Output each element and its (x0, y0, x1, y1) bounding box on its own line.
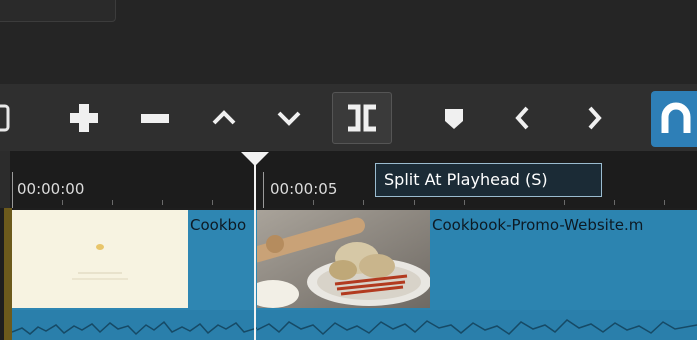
track-header-edge (4, 208, 12, 340)
food-photo-image (257, 210, 430, 308)
ruler-minor-tick (313, 200, 314, 205)
chevron-right-icon (588, 106, 602, 130)
ruler-left-edge (0, 151, 10, 208)
ruler-minor-tick (62, 200, 63, 205)
ruler-minor-tick (363, 200, 364, 205)
split-at-playhead-button[interactable] (332, 92, 392, 144)
ruler-minor-tick (414, 200, 415, 205)
ruler-minor-tick (464, 200, 465, 205)
next-marker-button[interactable] (571, 93, 617, 143)
ruler-minor-tick (212, 200, 213, 205)
clip-title: Cookbook-Promo-Website.m (432, 216, 644, 234)
ruler-time-label: 00:00:05 (270, 180, 338, 198)
split-tooltip: Split At Playhead (S) (375, 163, 602, 197)
chevron-up-icon (212, 110, 236, 125)
previous-marker-button[interactable] (500, 93, 546, 143)
move-up-button[interactable] (201, 93, 247, 143)
audio-waveform (12, 310, 257, 340)
split-icon (348, 104, 376, 132)
top-panel (0, 0, 697, 84)
marker-icon (445, 109, 463, 129)
playhead-line[interactable] (254, 162, 256, 340)
top-panel-widget[interactable] (0, 0, 116, 22)
add-track-button[interactable] (60, 93, 108, 143)
clip-item[interactable]: Cookbook-Promo-Website.m (257, 210, 697, 340)
magnet-icon (661, 102, 691, 133)
chevron-down-icon (277, 111, 301, 126)
ruler-minor-tick (664, 200, 665, 205)
ruler-minor-tick (564, 200, 565, 205)
move-down-button[interactable] (266, 93, 312, 143)
ruler-time-label: 00:00:00 (17, 180, 85, 198)
add-marker-button[interactable] (431, 93, 477, 143)
audio-waveform (257, 310, 697, 340)
ruler-minor-tick (614, 200, 615, 205)
toolbar-partial-button[interactable] (0, 93, 14, 143)
clip-item[interactable]: Cookbo (12, 210, 257, 340)
remove-track-button[interactable] (131, 93, 179, 143)
clip-title: Cookbo (190, 216, 247, 234)
ruler-minor-tick (112, 200, 113, 205)
clip-thumbnail (257, 210, 430, 308)
title-card-image (12, 210, 188, 308)
chevron-left-icon (515, 106, 529, 130)
ruler-major-tick (263, 172, 264, 208)
ruler-major-tick (12, 172, 13, 208)
playhead-handle[interactable] (241, 152, 269, 166)
snap-toggle-button[interactable] (651, 91, 697, 147)
minus-icon (141, 114, 169, 123)
clip-thumbnail (12, 210, 188, 308)
plus-icon (70, 104, 98, 132)
ruler-minor-tick (162, 200, 163, 205)
